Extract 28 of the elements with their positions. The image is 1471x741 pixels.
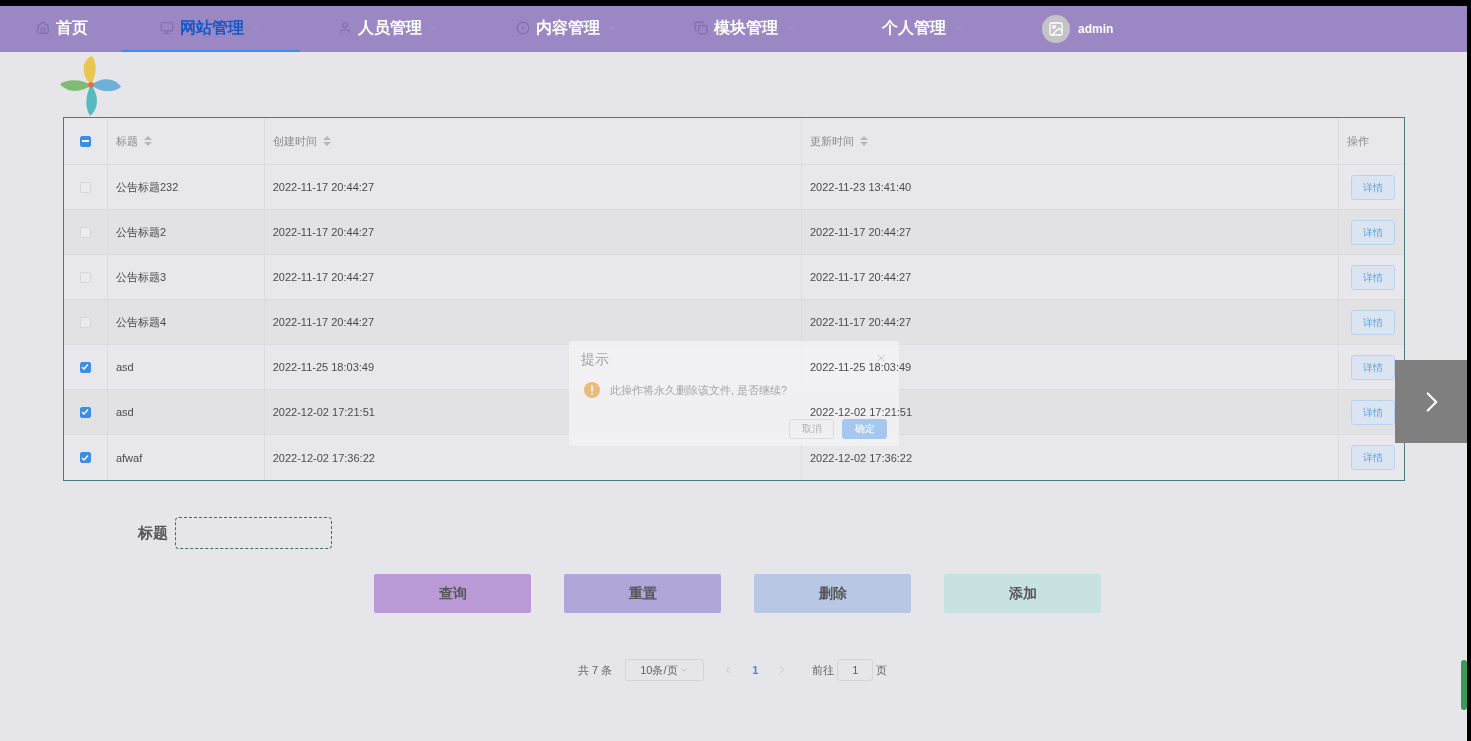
table-cell: 2022-11-17 20:44:27 — [272, 271, 375, 283]
table-cell: 2022-12-02 17:36:22 — [272, 451, 375, 464]
table-cell: 2022-11-25 18:03:49 — [272, 361, 375, 373]
table-cell: 2022-12-02 17:21:51 — [272, 406, 375, 418]
table-cell: 2022-11-23 13:41:40 — [809, 181, 912, 193]
table-cell: 2022-11-17 20:44:27 — [272, 316, 375, 328]
table-cell: 2022-11-17 20:44:27 — [272, 181, 375, 193]
table-cell: 公告标题2 — [115, 226, 167, 238]
table-cell: 2022-11-17 20:44:27 — [272, 226, 375, 238]
field-label: 标题 — [138, 522, 168, 543]
column-header: 操作 — [1346, 133, 1371, 149]
table-cell: asd — [115, 406, 134, 418]
dialog-title: 提示 — [581, 350, 609, 369]
table-cell: 2022-12-02 17:36:22 — [809, 451, 913, 464]
table-cell: 公告标题3 — [115, 271, 167, 283]
table-cell: 公告标题232 — [115, 181, 179, 193]
goto-suffix: 页 — [876, 662, 888, 678]
table-cell: 2022-12-02 17:21:51 — [809, 406, 913, 418]
table-cell: 2022-11-25 18:03:49 — [809, 361, 912, 373]
table-cell: 2022-11-17 20:44:27 — [809, 316, 912, 328]
table-cell: 2022-11-17 20:44:27 — [809, 226, 912, 238]
dialog-message: 此操作将永久删除该文件, 是否继续? — [610, 383, 788, 398]
table-cell: 2022-11-17 20:44:27 — [809, 271, 912, 283]
total-count: 共 7 条 — [578, 662, 613, 678]
table-cell: asd — [115, 361, 134, 373]
goto-label: 前往 — [812, 662, 835, 678]
table-cell: 公告标题4 — [115, 316, 167, 328]
table-cell: afwaf — [115, 451, 143, 464]
